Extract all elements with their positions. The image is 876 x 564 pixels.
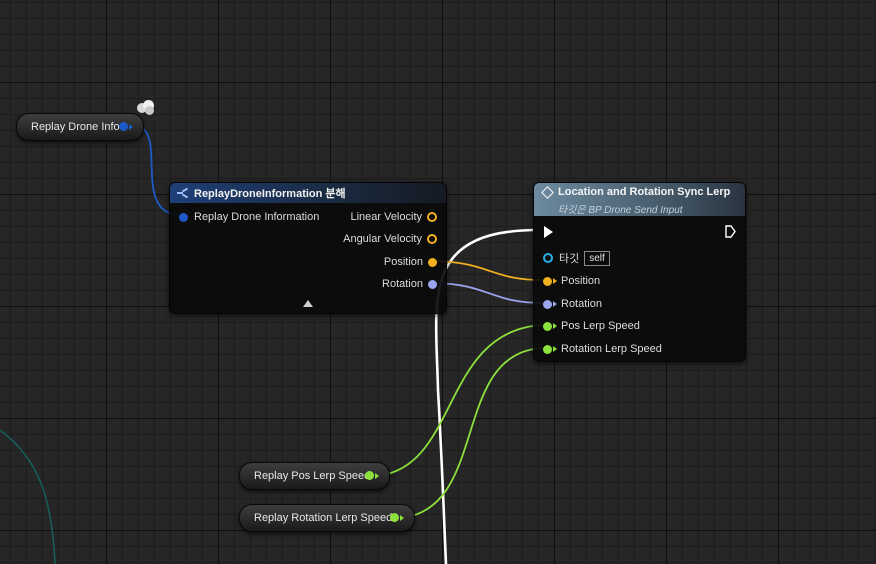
output-pin-label: Linear Velocity: [350, 211, 422, 223]
input-pin-rotation-lerp-speed[interactable]: Rotation Lerp Speed: [543, 343, 662, 355]
break-input-pin-label: Replay Drone Information: [194, 211, 320, 223]
replay-pos-lerp-speed-label: Replay Pos Lerp Speed: [254, 470, 371, 482]
vector-pin-icon[interactable]: [543, 276, 552, 286]
output-pin-label: Angular Velocity: [343, 233, 422, 245]
float-pin-icon[interactable]: [543, 344, 552, 354]
function-icon: [541, 186, 554, 199]
exec-in-pin[interactable]: [544, 225, 553, 243]
input-pin-pos-lerp-speed[interactable]: Pos Lerp Speed: [543, 320, 640, 332]
pin-arrow-icon: [400, 514, 404, 521]
sync-node-subtitle: 타깃은 BP Drone Send Input: [558, 205, 683, 216]
input-pin-position[interactable]: Position: [543, 275, 600, 287]
vector-pin-icon[interactable]: [428, 257, 437, 267]
wire-rotation: [432, 282, 544, 304]
bubble-icon: [137, 100, 155, 116]
float-pin-icon[interactable]: [543, 321, 552, 331]
struct-pin-icon[interactable]: [179, 212, 188, 222]
output-pin-linear-velocity[interactable]: Linear Velocity: [350, 211, 437, 223]
break-input-pin-row[interactable]: Replay Drone Information: [179, 211, 319, 223]
wire-pos-lerp: [374, 324, 544, 477]
triangle-up-icon[interactable]: [303, 300, 313, 307]
struct-pin-icon[interactable]: [119, 122, 128, 131]
exec-out-pin[interactable]: [725, 225, 736, 243]
rotator-pin-icon[interactable]: [543, 299, 552, 309]
pin-arrow-icon: [553, 323, 557, 329]
pin-arrow-icon: [129, 123, 133, 130]
wire-teal: [0, 429, 56, 564]
float-pin-icon[interactable]: [365, 471, 374, 480]
sync-node-header[interactable]: Location and Rotation Sync Lerp 타깃은 BP D…: [534, 183, 745, 216]
pin-arrow-icon: [553, 278, 557, 284]
input-pin-label: Position: [561, 275, 601, 287]
replay-drone-info-label: Replay Drone Info: [31, 121, 120, 133]
rotator-pin-icon[interactable]: [428, 279, 437, 289]
output-pin-rotation[interactable]: Rotation: [382, 278, 437, 290]
input-pin-label: Rotation: [561, 298, 602, 310]
output-pin-label: Rotation: [382, 278, 423, 290]
replay-pos-lerp-speed-node[interactable]: Replay Pos Lerp Speed: [239, 462, 390, 490]
pin-arrow-icon: [553, 346, 557, 352]
target-pin-row[interactable]: 타깃 self: [543, 250, 610, 266]
break-struct-node[interactable]: ReplayDroneInformation 분해 Replay Drone I…: [169, 182, 447, 314]
vector-pin-icon[interactable]: [427, 234, 437, 244]
replay-rotation-lerp-speed-node[interactable]: Replay Rotation Lerp Speed: [239, 504, 415, 532]
output-pin-angular-velocity[interactable]: Angular Velocity: [343, 233, 437, 245]
wire-rot-lerp: [399, 347, 544, 519]
pin-arrow-icon: [375, 472, 379, 479]
object-pin-icon[interactable]: [543, 253, 553, 263]
input-pin-label: Rotation Lerp Speed: [561, 343, 662, 355]
break-node-header[interactable]: ReplayDroneInformation 분해: [170, 183, 446, 203]
input-pin-label: Pos Lerp Speed: [561, 320, 640, 332]
replay-rotation-lerp-speed-label: Replay Rotation Lerp Speed: [254, 512, 393, 524]
break-node-title: ReplayDroneInformation 분해: [194, 188, 346, 200]
replay-drone-info-node[interactable]: Replay Drone Info: [16, 113, 144, 141]
wire-position: [432, 260, 544, 281]
float-pin-icon[interactable]: [390, 513, 399, 522]
exec-in-icon[interactable]: [544, 226, 553, 238]
vector-pin-icon[interactable]: [427, 212, 437, 222]
target-value-box[interactable]: self: [584, 250, 610, 266]
output-pin-position[interactable]: Position: [384, 256, 437, 268]
exec-out-icon[interactable]: [725, 225, 736, 238]
break-struct-icon: [177, 187, 189, 199]
wire-exec: [434, 228, 535, 564]
output-pin-label: Position: [383, 256, 423, 268]
pin-arrow-icon: [553, 301, 557, 307]
input-pin-rotation[interactable]: Rotation: [543, 298, 602, 310]
target-label: 타깃: [559, 253, 580, 265]
sync-lerp-node[interactable]: Location and Rotation Sync Lerp 타깃은 BP D…: [533, 182, 746, 362]
sync-node-title: Location and Rotation Sync Lerp: [558, 186, 731, 198]
